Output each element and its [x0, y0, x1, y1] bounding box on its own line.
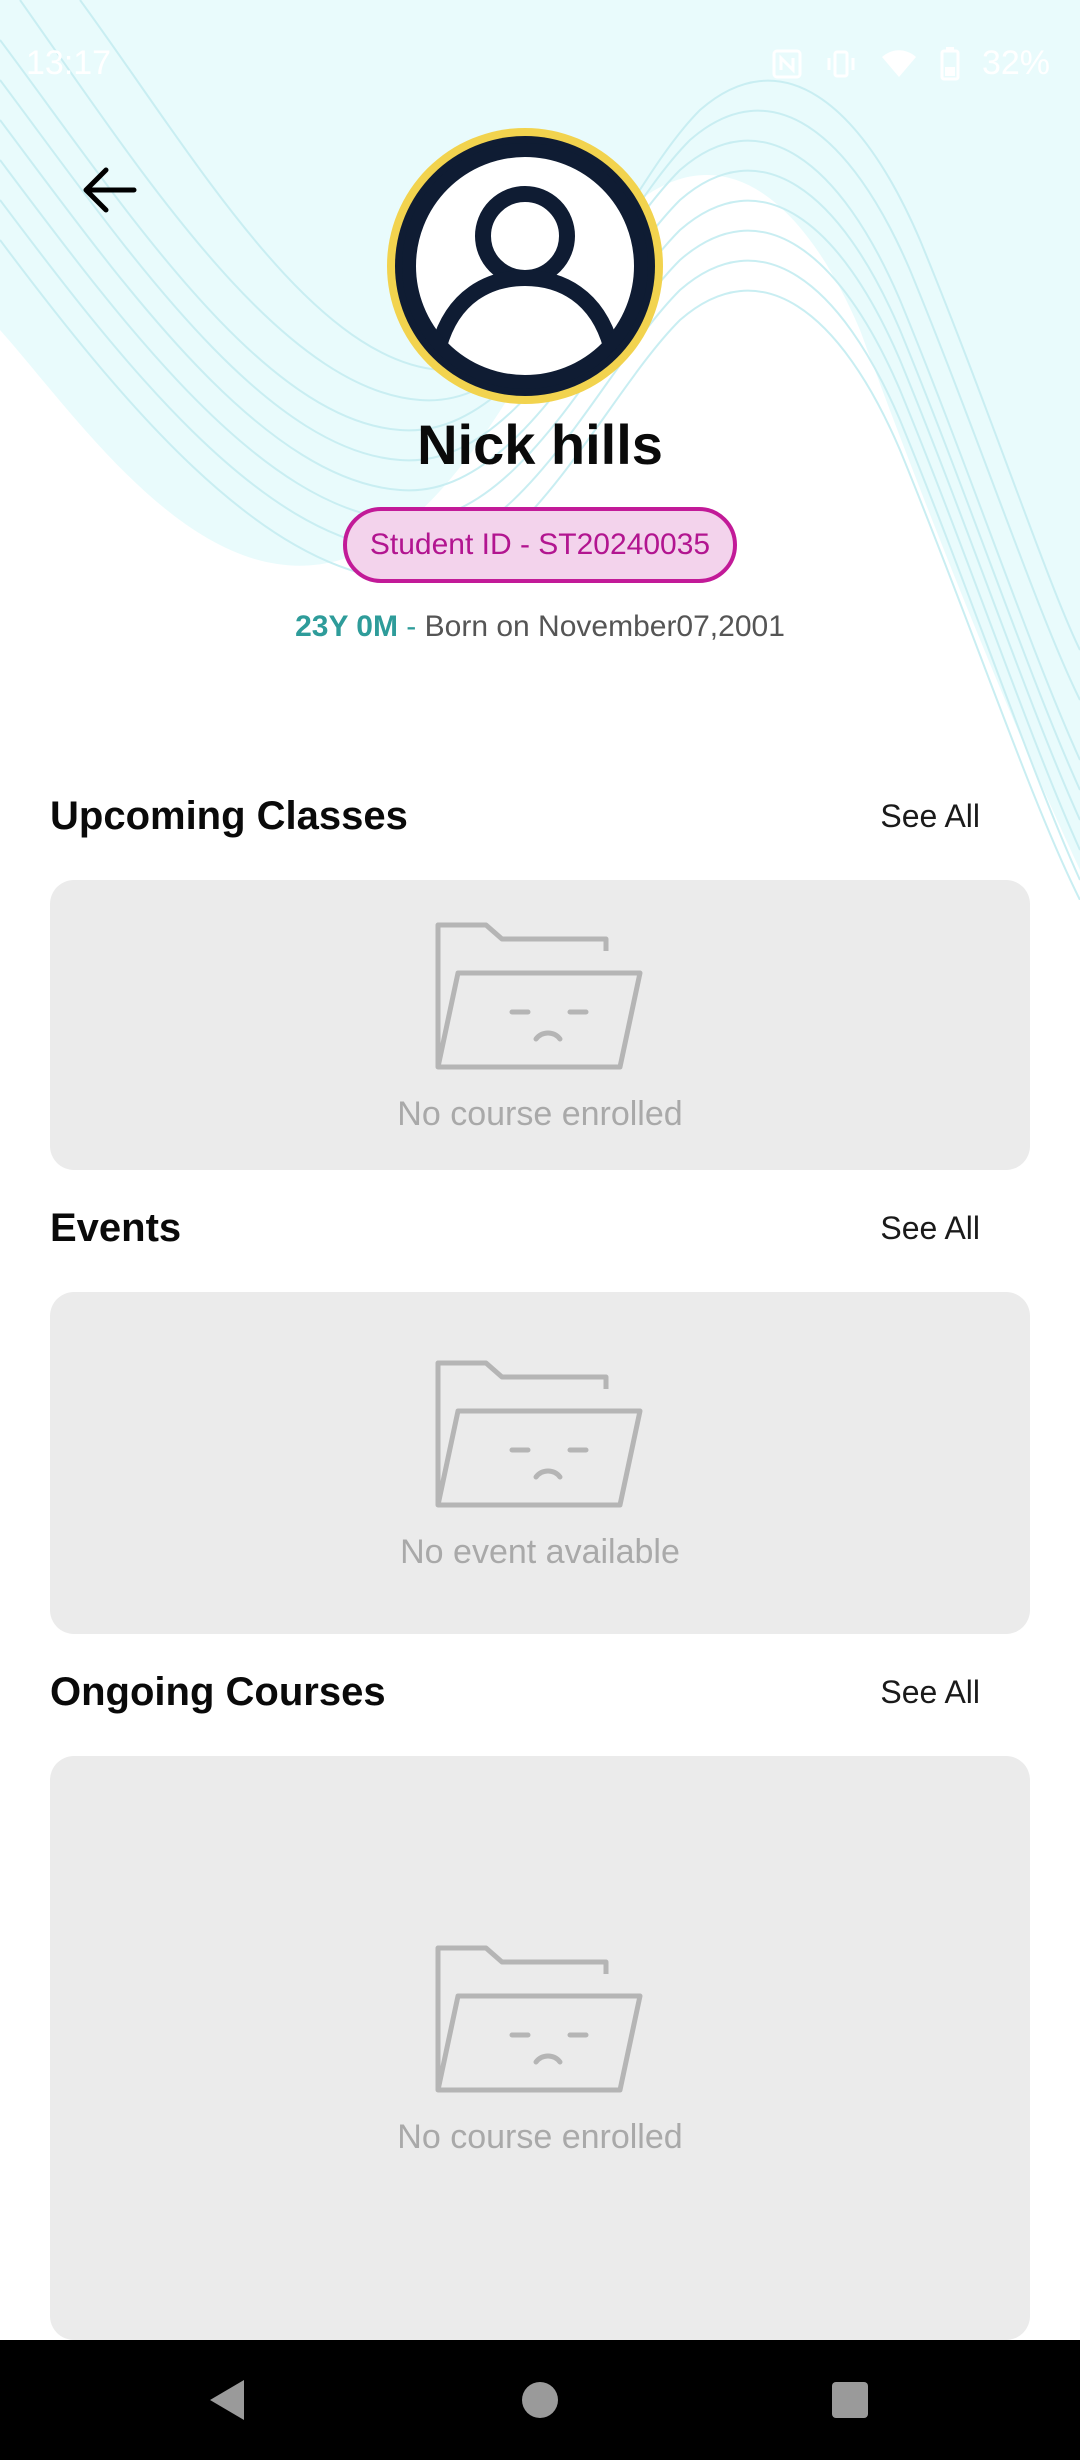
age-value: 23Y 0M: [295, 610, 398, 643]
empty-folder-icon: [435, 1360, 643, 1507]
status-icons: 32%: [772, 44, 1050, 83]
avatar-image: [395, 136, 655, 396]
section-title-upcoming-classes: Upcoming Classes: [50, 793, 408, 838]
back-button[interactable]: [70, 150, 150, 230]
nav-back-button[interactable]: [196, 2370, 256, 2430]
age-separator: -: [397, 610, 425, 643]
ongoing-courses-empty-card: No course enrolled: [50, 1756, 1030, 2340]
battery-level: 32%: [981, 44, 1050, 82]
events-empty-text: No event available: [400, 1532, 680, 1571]
student-id-badge: Student ID - ST20240035: [343, 507, 737, 583]
wifi-icon: [881, 49, 916, 77]
circle-home-icon: [522, 2382, 558, 2418]
upcoming-classes-empty-card: No course enrolled: [50, 880, 1030, 1170]
square-recents-icon: [832, 2382, 868, 2418]
empty-folder-icon: [435, 1945, 643, 2092]
status-time: 13:17: [26, 44, 112, 82]
section-title-events: Events: [50, 1205, 182, 1250]
triangle-back-icon: [210, 2380, 244, 2420]
system-navigation-bar: [0, 2340, 1080, 2460]
vibrate-icon: [827, 50, 855, 77]
avatar[interactable]: [387, 128, 663, 404]
nav-recents-button[interactable]: [820, 2370, 880, 2430]
ongoing-courses-header: Ongoing Courses See All: [50, 1662, 1030, 1722]
birth-date: Born on November07,2001: [424, 610, 785, 643]
battery-icon: [940, 46, 960, 80]
user-icon: [402, 143, 648, 389]
ongoing-courses-empty-text: No course enrolled: [397, 2117, 683, 2156]
see-all-ongoing-courses-button[interactable]: See All: [880, 1674, 980, 1711]
upcoming-classes-empty-text: No course enrolled: [397, 1094, 683, 1133]
see-all-events-button[interactable]: See All: [880, 1210, 980, 1247]
status-bar: 13:17 32%: [0, 0, 1080, 130]
see-all-upcoming-classes-button[interactable]: See All: [880, 798, 980, 835]
age-line: 23Y 0M - Born on November07,2001: [0, 610, 1080, 644]
empty-folder-icon: [435, 922, 643, 1069]
nav-home-button[interactable]: [510, 2370, 570, 2430]
section-title-ongoing-courses: Ongoing Courses: [50, 1669, 386, 1714]
events-empty-card: No event available: [50, 1292, 1030, 1634]
events-header: Events See All: [50, 1198, 1030, 1258]
upcoming-classes-header: Upcoming Classes See All: [50, 786, 1030, 846]
nfc-icon: [772, 49, 802, 78]
arrow-left-icon: [83, 167, 137, 213]
profile-name: Nick hills: [417, 413, 663, 476]
